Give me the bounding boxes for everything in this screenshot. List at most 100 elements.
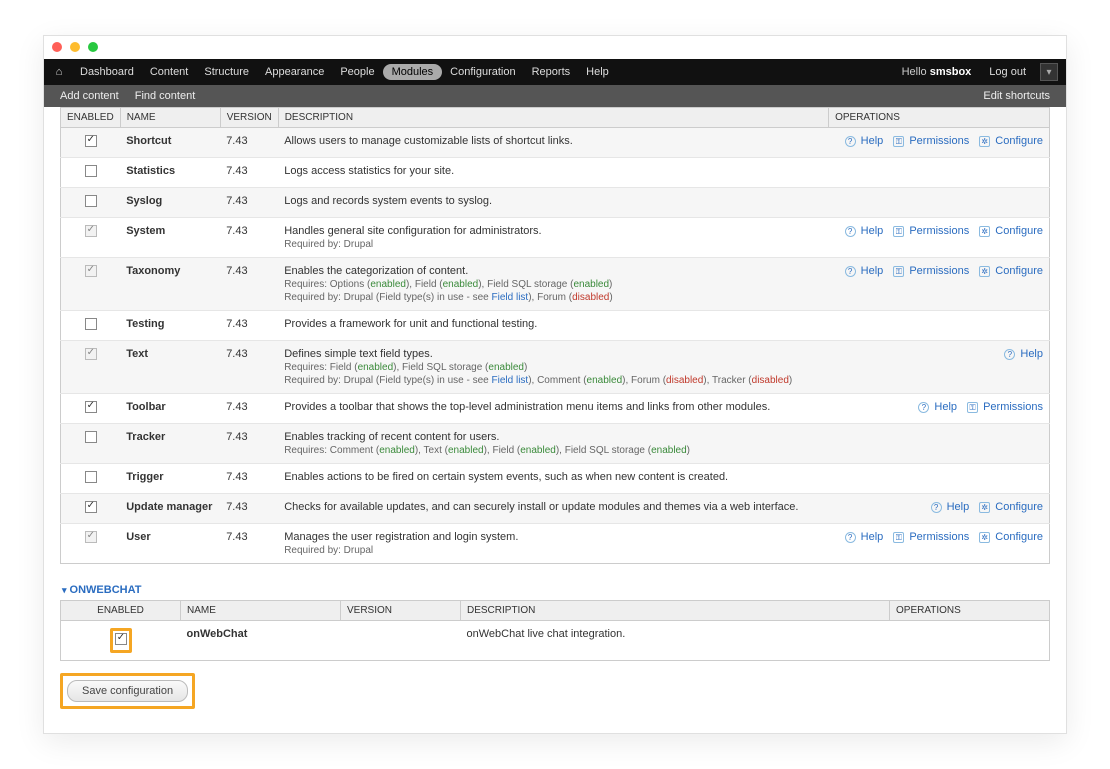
module-name: Statistics	[120, 158, 220, 188]
module-desc-onwebchat: onWebChat live chat integration.	[461, 621, 890, 661]
module-operations	[829, 188, 1050, 218]
section-onwebchat-toggle[interactable]: ▾ONWEBCHAT	[62, 584, 1050, 596]
nav-structure[interactable]: Structure	[196, 62, 257, 82]
module-row-update-manager: Update manager7.43Checks for available u…	[61, 494, 1050, 524]
col-description: DESCRIPTION	[278, 108, 828, 128]
enabled-checkbox[interactable]	[85, 401, 97, 413]
nav-configuration[interactable]: Configuration	[442, 62, 523, 82]
module-version: 7.43	[220, 464, 278, 494]
permissions-link[interactable]: ⚿ Permissions	[893, 135, 969, 147]
save-configuration-button[interactable]: Save configuration	[67, 680, 188, 702]
key-icon: ⚿	[893, 532, 904, 543]
nav-reports[interactable]: Reports	[524, 62, 579, 82]
minimize-dot-icon[interactable]	[70, 42, 80, 52]
onwebchat-table: ENABLED NAME VERSION DESCRIPTION OPERATI…	[60, 600, 1050, 661]
module-row-taxonomy: Taxonomy7.43Enables the categorization o…	[61, 258, 1050, 311]
help-link[interactable]: ? Help	[918, 401, 957, 413]
col-enabled: ENABLED	[61, 108, 121, 128]
configure-link[interactable]: ✲ Configure	[979, 501, 1043, 513]
enabled-checkbox[interactable]	[85, 318, 97, 330]
configure-link[interactable]: ✲ Configure	[979, 135, 1043, 147]
module-version: 7.43	[220, 311, 278, 341]
module-operations: ? Help ⚿ Permissions	[829, 394, 1050, 424]
module-version: 7.43	[220, 128, 278, 158]
nav-people[interactable]: People	[332, 62, 382, 82]
configure-link[interactable]: ✲ Configure	[979, 265, 1043, 277]
permissions-link[interactable]: ⚿ Permissions	[893, 531, 969, 543]
zoom-dot-icon[interactable]	[88, 42, 98, 52]
help-icon: ?	[1004, 349, 1015, 360]
help-link[interactable]: ? Help	[845, 225, 884, 237]
enabled-checkbox-onwebchat[interactable]	[115, 633, 127, 645]
permissions-link[interactable]: ⚿ Permissions	[893, 265, 969, 277]
module-operations: ? Help ✲ Configure	[829, 494, 1050, 524]
help-link[interactable]: ? Help	[845, 265, 884, 277]
home-icon[interactable]: ⌂	[52, 66, 66, 78]
nav-help[interactable]: Help	[578, 62, 617, 82]
nav-appearance[interactable]: Appearance	[257, 62, 332, 82]
module-name: Update manager	[120, 494, 220, 524]
module-operations	[829, 311, 1050, 341]
enabled-checkbox	[85, 225, 97, 237]
enabled-checkbox[interactable]	[85, 431, 97, 443]
find-content-link[interactable]: Find content	[127, 88, 204, 104]
module-description: Defines simple text field types.Requires…	[278, 341, 828, 394]
module-row-text: Text7.43Defines simple text field types.…	[61, 341, 1050, 394]
enabled-checkbox[interactable]	[85, 471, 97, 483]
module-description: Logs access statistics for your site.	[278, 158, 828, 188]
module-name: Text	[120, 341, 220, 394]
module-row-trigger: Trigger7.43Enables actions to be fired o…	[61, 464, 1050, 494]
module-name: Tracker	[120, 424, 220, 464]
help-icon: ?	[918, 402, 929, 413]
enabled-checkbox[interactable]	[85, 501, 97, 513]
help-link[interactable]: ? Help	[931, 501, 970, 513]
module-version: 7.43	[220, 394, 278, 424]
modules-table: ENABLED NAME VERSION DESCRIPTION OPERATI…	[60, 107, 1050, 564]
module-version: 7.43	[220, 158, 278, 188]
configure-link[interactable]: ✲ Configure	[979, 225, 1043, 237]
help-link[interactable]: ? Help	[845, 531, 884, 543]
nav-modules[interactable]: Modules	[383, 64, 443, 80]
module-version: 7.43	[220, 258, 278, 311]
module-description: Logs and records system events to syslog…	[278, 188, 828, 218]
help-link[interactable]: ? Help	[1004, 348, 1043, 360]
module-operations	[829, 464, 1050, 494]
help-icon: ?	[845, 532, 856, 543]
help-icon: ?	[845, 136, 856, 147]
key-icon: ⚿	[893, 136, 904, 147]
chevron-down-icon: ▾	[62, 585, 67, 595]
module-version: 7.43	[220, 188, 278, 218]
module-description: Handles general site configuration for a…	[278, 218, 828, 258]
module-row-syslog: Syslog7.43Logs and records system events…	[61, 188, 1050, 218]
settings-dropdown-icon[interactable]: ▾	[1040, 63, 1058, 81]
permissions-link[interactable]: ⚿ Permissions	[893, 225, 969, 237]
gear-icon: ✲	[979, 226, 990, 237]
edit-shortcuts-link[interactable]: Edit shortcuts	[975, 88, 1058, 104]
enabled-checkbox[interactable]	[85, 165, 97, 177]
nav-dashboard[interactable]: Dashboard	[72, 62, 142, 82]
help-link[interactable]: ? Help	[845, 135, 884, 147]
logout-link[interactable]: Log out	[981, 62, 1034, 82]
enabled-checkbox[interactable]	[85, 135, 97, 147]
module-operations: ? Help	[829, 341, 1050, 394]
close-dot-icon[interactable]	[52, 42, 62, 52]
module-version-onwebchat	[341, 621, 461, 661]
permissions-link[interactable]: ⚿ Permissions	[967, 401, 1043, 413]
add-content-link[interactable]: Add content	[52, 88, 127, 104]
module-operations: ? Help ⚿ Permissions ✲ Configure	[829, 258, 1050, 311]
key-icon: ⚿	[893, 266, 904, 277]
module-version: 7.43	[220, 494, 278, 524]
module-operations: ? Help ⚿ Permissions ✲ Configure	[829, 218, 1050, 258]
module-row-tracker: Tracker7.43Enables tracking of recent co…	[61, 424, 1050, 464]
configure-link[interactable]: ✲ Configure	[979, 531, 1043, 543]
module-row-system: System7.43Handles general site configura…	[61, 218, 1050, 258]
module-name: Syslog	[120, 188, 220, 218]
username-label[interactable]: smsbox	[930, 66, 972, 78]
nav-content[interactable]: Content	[142, 62, 197, 82]
highlight-box-save: Save configuration	[60, 673, 195, 709]
col-description-2: DESCRIPTION	[461, 601, 890, 621]
module-description: Provides a framework for unit and functi…	[278, 311, 828, 341]
col-version-2: VERSION	[341, 601, 461, 621]
enabled-checkbox[interactable]	[85, 195, 97, 207]
help-icon: ?	[845, 266, 856, 277]
